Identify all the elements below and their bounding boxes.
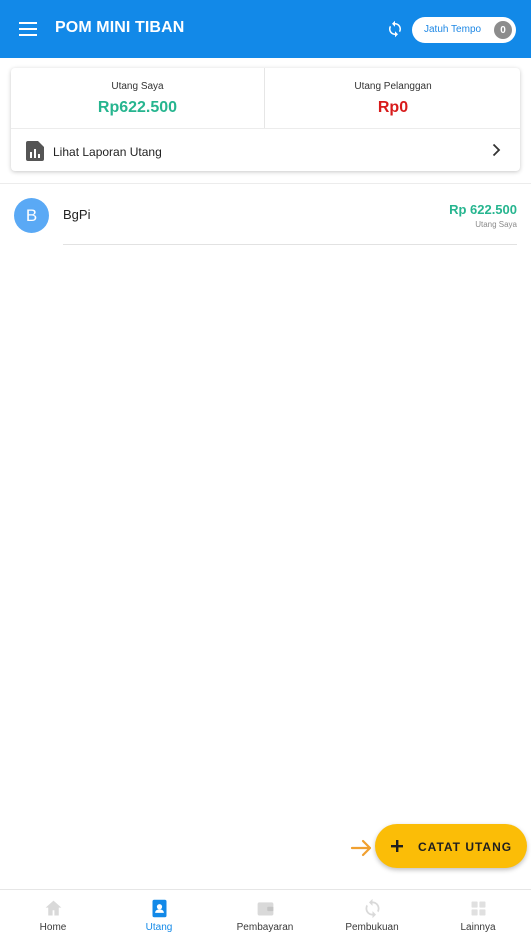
report-link-label: Lihat Laporan Utang [53, 145, 162, 159]
plus-icon [388, 837, 406, 855]
debt-list-item[interactable]: B BgPi Rp 622.500 Utang Saya [0, 190, 531, 246]
contact-book-icon [149, 898, 170, 919]
my-debt-summary: Utang Saya Rp622.500 [11, 68, 265, 128]
my-debt-value: Rp622.500 [97, 99, 178, 116]
add-debt-label: CATAT UTANG [418, 840, 513, 854]
sync-icon [362, 898, 383, 919]
avatar: B [14, 198, 49, 233]
debt-summary-card: Utang Saya Rp622.500 Utang Pelanggan Rp0… [11, 68, 520, 171]
bottom-navigation: Home Utang Pembayaran Pembukuan Lainnya [0, 889, 531, 937]
customer-debt-label: Utang Pelanggan [354, 81, 432, 92]
section-divider [0, 183, 531, 184]
list-divider [63, 244, 517, 245]
debt-type-label: Utang Saya [475, 220, 517, 229]
add-debt-button[interactable]: CATAT UTANG [375, 824, 527, 868]
due-date-count-badge: 0 [494, 21, 512, 39]
due-date-label: Jatuh Tempo [424, 24, 482, 35]
menu-icon[interactable] [14, 15, 42, 43]
app-screen: POM MINI TIBAN Jatuh Tempo 0 Utang Saya … [0, 0, 531, 937]
chevron-right-icon [488, 142, 504, 158]
customer-debt-value: Rp0 [377, 99, 409, 116]
due-date-button[interactable]: Jatuh Tempo 0 [412, 17, 516, 43]
home-icon [43, 898, 64, 919]
wallet-icon [255, 898, 276, 919]
debt-amount: Rp 622.500 [449, 202, 517, 217]
nav-item-pembayaran[interactable]: Pembayaran [212, 890, 318, 937]
nav-label-pembukuan: Pembukuan [345, 922, 399, 933]
nav-label-utang: Utang [145, 922, 173, 933]
grid-icon [468, 898, 489, 919]
nav-item-lainnya[interactable]: Lainnya [425, 890, 531, 937]
nav-label-home: Home [39, 922, 67, 933]
my-debt-label: Utang Saya [111, 81, 164, 92]
top-app-bar: POM MINI TIBAN Jatuh Tempo 0 [0, 0, 531, 58]
debt-report-link[interactable]: Lihat Laporan Utang [11, 128, 520, 171]
sync-icon[interactable] [382, 16, 408, 42]
debtor-name: BgPi [63, 207, 91, 222]
report-chart-icon [26, 141, 44, 161]
nav-label-lainnya: Lainnya [460, 922, 496, 933]
app-title: POM MINI TIBAN [55, 19, 185, 36]
nav-item-home[interactable]: Home [0, 890, 106, 937]
customer-debt-summary: Utang Pelanggan Rp0 [266, 68, 520, 128]
nav-item-utang[interactable]: Utang [106, 890, 212, 937]
nav-item-pembukuan[interactable]: Pembukuan [319, 890, 425, 937]
arrow-right-icon [350, 838, 374, 858]
nav-label-pembayaran: Pembayaran [236, 922, 294, 933]
